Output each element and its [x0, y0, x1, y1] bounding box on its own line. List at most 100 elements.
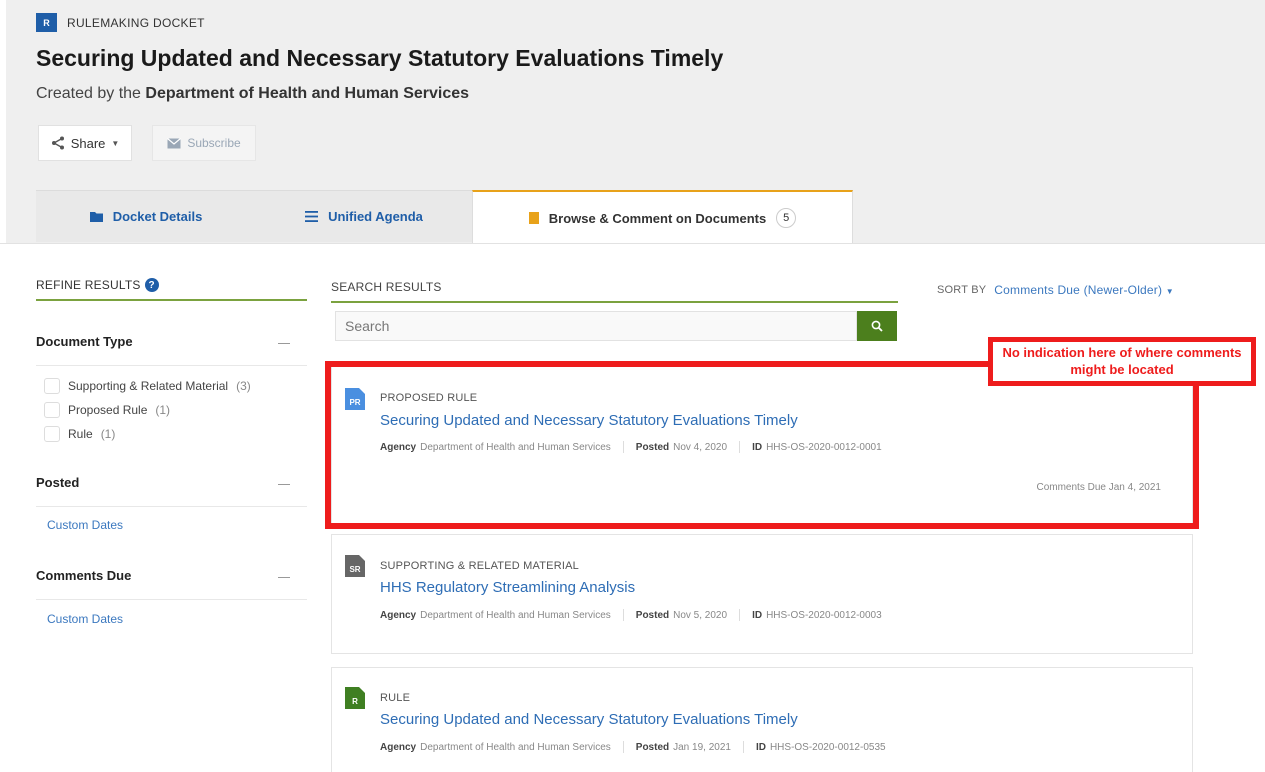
- meta-divider: [742, 741, 744, 753]
- document-meta: Agency Department of Health and Human Se…: [380, 741, 886, 753]
- checkbox[interactable]: [44, 402, 60, 418]
- id-value: HHS-OS-2020-0012-0535: [769, 741, 886, 753]
- facet-divider: [36, 599, 307, 600]
- collapse-icon[interactable]: [278, 343, 290, 344]
- search-button[interactable]: [857, 311, 897, 341]
- rule-icon: R: [345, 687, 365, 709]
- meta-divider: [739, 441, 741, 453]
- posted-label: Posted: [635, 441, 670, 453]
- document-title-link[interactable]: Securing Updated and Necessary Statutory…: [380, 711, 798, 728]
- result-card: SR SUPPORTING & RELATED MATERIAL HHS Reg…: [331, 534, 1193, 654]
- caret-down-icon: ▼: [111, 138, 120, 148]
- facet-divider: [36, 365, 307, 366]
- document-title-link[interactable]: HHS Regulatory Streamlining Analysis: [380, 579, 635, 596]
- page-title: Securing Updated and Necessary Statutory…: [36, 45, 724, 71]
- collapse-icon[interactable]: [278, 484, 290, 485]
- filter-label: Proposed Rule: [68, 403, 148, 417]
- agency-label: Agency: [380, 441, 417, 453]
- facet-posted[interactable]: Posted: [36, 475, 79, 490]
- refine-divider: [36, 299, 307, 301]
- facet-document-type[interactable]: Document Type: [36, 334, 133, 349]
- caret-down-icon: ▼: [1165, 287, 1174, 296]
- sort-label: SORT BY: [937, 284, 987, 296]
- agency-value: Department of Health and Human Services: [420, 441, 611, 453]
- filter-supporting-material[interactable]: Supporting & Related Material (3): [44, 378, 251, 394]
- subscribe-label: Subscribe: [187, 136, 241, 150]
- filter-label: Rule: [68, 427, 93, 441]
- annotation-callout: No indication here of where comments mig…: [988, 337, 1256, 386]
- filter-count: (1): [100, 427, 116, 441]
- filter-proposed-rule[interactable]: Proposed Rule (1): [44, 402, 170, 418]
- tab-docket-details[interactable]: Docket Details: [36, 190, 256, 242]
- docket-badge-icon: R: [36, 13, 57, 32]
- facet-comments-due[interactable]: Comments Due: [36, 568, 131, 583]
- posted-value: Jan 19, 2021: [673, 741, 731, 753]
- document-meta: Agency Department of Health and Human Se…: [380, 609, 882, 621]
- refine-results-title: REFINE RESULTS ?: [36, 278, 159, 292]
- supporting-material-icon: SR: [345, 555, 365, 577]
- agency-value: Department of Health and Human Services: [420, 609, 611, 621]
- agency-label: Agency: [380, 741, 417, 753]
- docket-label: R RULEMAKING DOCKET: [36, 13, 205, 32]
- document-title-link[interactable]: Securing Updated and Necessary Statutory…: [380, 412, 798, 429]
- search-icon: [871, 320, 883, 332]
- id-label: ID: [752, 609, 763, 621]
- search-divider: [331, 301, 898, 303]
- document-type: SUPPORTING & RELATED MATERIAL: [380, 560, 579, 572]
- tab-browse-comment[interactable]: Browse & Comment on Documents 5: [472, 190, 853, 244]
- tab-label: Unified Agenda: [328, 209, 423, 224]
- agency-label: Agency: [380, 609, 417, 621]
- list-icon: [305, 211, 319, 222]
- docket-type-label: RULEMAKING DOCKET: [67, 15, 205, 30]
- header-divider: [0, 243, 1265, 244]
- id-value: HHS-OS-2020-0012-0001: [766, 441, 882, 453]
- id-label: ID: [755, 741, 766, 753]
- meta-divider: [739, 609, 741, 621]
- filter-count: (3): [236, 379, 251, 393]
- created-by-prefix: Created by the: [36, 85, 141, 102]
- document-meta: Agency Department of Health and Human Se…: [380, 441, 882, 453]
- subscribe-button[interactable]: Subscribe: [152, 125, 256, 161]
- posted-value: Nov 4, 2020: [673, 441, 728, 453]
- posted-label: Posted: [635, 609, 670, 621]
- filter-count: (1): [155, 403, 171, 417]
- sort-by: SORT BY Comments Due (Newer-Older) ▼: [937, 283, 1174, 297]
- tab-label: Browse & Comment on Documents: [548, 210, 767, 226]
- comments-due-date: Comments Due Jan 4, 2021: [1036, 482, 1161, 493]
- comments-due-custom-dates-link[interactable]: Custom Dates: [47, 612, 123, 626]
- sort-value: Comments Due (Newer-Older): [994, 283, 1163, 297]
- document-icon: [528, 212, 539, 224]
- posted-value: Nov 5, 2020: [673, 609, 728, 621]
- result-card: PR PROPOSED RULE Securing Updated and Ne…: [331, 366, 1193, 525]
- refine-label: REFINE RESULTS: [36, 278, 141, 292]
- result-card: R RULE Securing Updated and Necessary St…: [331, 667, 1193, 772]
- help-icon[interactable]: ?: [144, 278, 159, 292]
- filter-rule[interactable]: Rule (1): [44, 426, 115, 442]
- document-type: RULE: [380, 692, 411, 704]
- sort-dropdown[interactable]: Comments Due (Newer-Older) ▼: [994, 283, 1174, 297]
- posted-custom-dates-link[interactable]: Custom Dates: [47, 518, 123, 532]
- meta-divider: [622, 741, 624, 753]
- created-by-agency: Department of Health and Human Services: [145, 85, 470, 102]
- checkbox[interactable]: [44, 426, 60, 442]
- created-by: Created by the Department of Health and …: [36, 85, 469, 103]
- share-label: Share: [70, 135, 106, 151]
- posted-label: Posted: [635, 741, 670, 753]
- document-type: PROPOSED RULE: [380, 392, 478, 404]
- tab-unified-agenda[interactable]: Unified Agenda: [256, 190, 472, 242]
- search-input[interactable]: [335, 311, 857, 341]
- folder-icon: [89, 212, 103, 222]
- collapse-icon[interactable]: [278, 577, 290, 578]
- agency-value: Department of Health and Human Services: [420, 741, 611, 753]
- meta-divider: [622, 441, 624, 453]
- id-label: ID: [752, 441, 763, 453]
- share-icon: [51, 136, 64, 150]
- share-button[interactable]: Share ▼: [38, 125, 132, 161]
- checkbox[interactable]: [44, 378, 60, 394]
- id-value: HHS-OS-2020-0012-0003: [766, 609, 882, 621]
- envelope-icon: [167, 137, 182, 148]
- search-results-title: SEARCH RESULTS: [331, 280, 442, 294]
- tab-label: Docket Details: [112, 209, 203, 224]
- facet-divider: [36, 506, 307, 507]
- filter-label: Supporting & Related Material: [68, 379, 229, 393]
